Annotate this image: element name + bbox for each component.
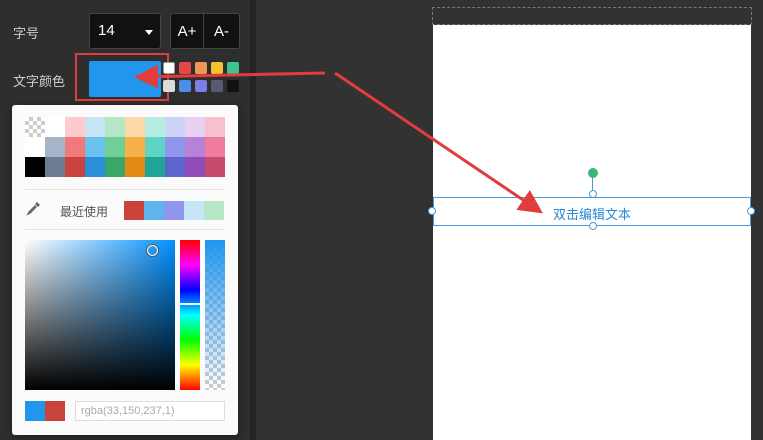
palette-swatch[interactable] bbox=[205, 157, 225, 177]
palette-swatch[interactable] bbox=[125, 117, 145, 137]
resize-handle-left[interactable] bbox=[428, 207, 436, 215]
divider bbox=[25, 189, 225, 190]
palette-swatch[interactable] bbox=[125, 137, 145, 157]
palette-swatch[interactable] bbox=[165, 117, 185, 137]
saturation-handle[interactable] bbox=[147, 245, 158, 256]
saturation-brightness-area[interactable] bbox=[25, 240, 175, 390]
palette-swatch[interactable] bbox=[145, 157, 165, 177]
palette-swatch[interactable] bbox=[125, 157, 145, 177]
hue-slider[interactable] bbox=[180, 240, 200, 390]
palette-swatch[interactable] bbox=[45, 157, 65, 177]
quick-color-swatch[interactable] bbox=[227, 62, 239, 74]
color-picker-popover: 最近使用 rgba(33,150,237,1) bbox=[12, 105, 238, 435]
quick-color-swatch[interactable] bbox=[179, 80, 191, 92]
divider bbox=[25, 229, 225, 230]
alpha-slider[interactable] bbox=[205, 240, 225, 390]
quick-color-swatch[interactable] bbox=[211, 62, 223, 74]
quick-color-swatch[interactable] bbox=[195, 62, 207, 74]
palette-swatch[interactable] bbox=[65, 157, 85, 177]
palette-swatch[interactable] bbox=[185, 157, 205, 177]
text-element-content: 双击编辑文本 bbox=[552, 208, 631, 223]
palette-swatch[interactable] bbox=[105, 117, 125, 137]
palette-swatch[interactable] bbox=[45, 137, 65, 157]
recent-color-swatch[interactable] bbox=[184, 201, 204, 220]
eyedropper-icon[interactable] bbox=[26, 200, 42, 216]
recent-color-swatch[interactable] bbox=[124, 201, 144, 220]
palette-swatch[interactable] bbox=[105, 137, 125, 157]
resize-handle-bottom[interactable] bbox=[589, 222, 597, 230]
annotation-highlight-box bbox=[75, 53, 169, 101]
font-size-select[interactable]: 14 bbox=[89, 13, 161, 49]
quick-color-swatch[interactable] bbox=[179, 62, 191, 74]
quick-color-swatch[interactable] bbox=[195, 80, 207, 92]
recent-color-swatch[interactable] bbox=[204, 201, 224, 220]
text-color-label: 文字颜色 bbox=[13, 75, 66, 90]
artboard[interactable] bbox=[433, 25, 751, 440]
palette-swatch[interactable] bbox=[85, 137, 105, 157]
current-color-preview bbox=[25, 401, 45, 421]
palette-swatch[interactable] bbox=[185, 137, 205, 157]
previous-color-preview[interactable] bbox=[45, 401, 65, 421]
recent-color-swatch[interactable] bbox=[144, 201, 164, 220]
transparent-swatch[interactable] bbox=[25, 117, 45, 137]
palette-swatch[interactable] bbox=[85, 157, 105, 177]
decrease-font-button[interactable]: A- bbox=[204, 13, 240, 49]
palette-swatch[interactable] bbox=[145, 117, 165, 137]
font-size-label: 字号 bbox=[13, 27, 40, 42]
recent-color-swatch[interactable] bbox=[164, 201, 184, 220]
recent-colors-label: 最近使用 bbox=[60, 205, 109, 219]
palette-swatch[interactable] bbox=[65, 137, 85, 157]
palette-swatch[interactable] bbox=[65, 117, 85, 137]
chevron-down-icon bbox=[145, 30, 153, 35]
resize-handle-top[interactable] bbox=[589, 190, 597, 198]
increase-font-button[interactable]: A+ bbox=[170, 13, 204, 49]
palette-swatch[interactable] bbox=[85, 117, 105, 137]
rotate-handle[interactable] bbox=[588, 168, 598, 178]
quick-color-swatch[interactable] bbox=[211, 80, 223, 92]
palette-swatch[interactable] bbox=[25, 137, 45, 157]
rgba-value-input[interactable]: rgba(33,150,237,1) bbox=[75, 401, 225, 421]
quick-color-swatch[interactable] bbox=[163, 62, 175, 74]
font-size-value: 14 bbox=[98, 22, 115, 39]
palette-swatch[interactable] bbox=[205, 137, 225, 157]
palette-swatch[interactable] bbox=[165, 157, 185, 177]
palette-swatch[interactable] bbox=[185, 117, 205, 137]
palette-swatch[interactable] bbox=[45, 117, 65, 137]
palette-swatch[interactable] bbox=[165, 137, 185, 157]
resize-handle-right[interactable] bbox=[747, 207, 755, 215]
alpha-gradient bbox=[205, 240, 225, 390]
hue-slider-handle[interactable] bbox=[180, 303, 200, 305]
palette-swatch[interactable] bbox=[205, 117, 225, 137]
quick-color-swatch[interactable] bbox=[163, 80, 175, 92]
palette-swatch[interactable] bbox=[105, 157, 125, 177]
palette-swatch[interactable] bbox=[145, 137, 165, 157]
quick-color-swatch[interactable] bbox=[227, 80, 239, 92]
quick-color-swatches bbox=[163, 62, 243, 96]
palette-swatch[interactable] bbox=[25, 157, 45, 177]
artboard-guide bbox=[432, 7, 752, 25]
